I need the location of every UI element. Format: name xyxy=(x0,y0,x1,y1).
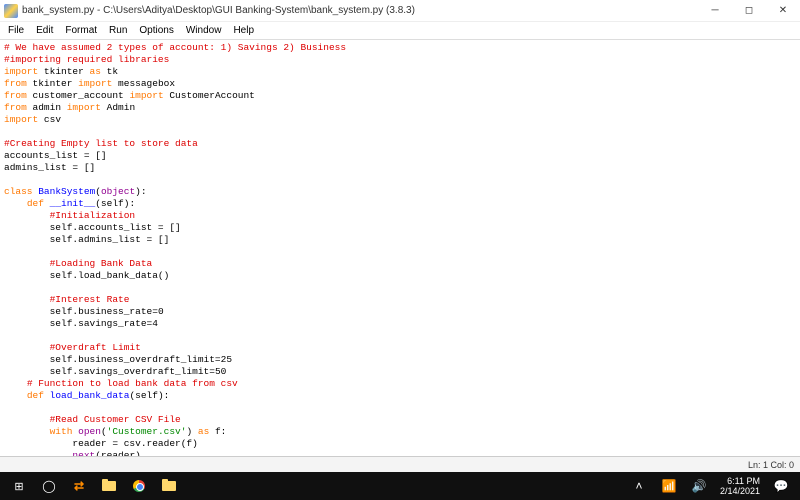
code-editor[interactable]: # We have assumed 2 types of account: 1)… xyxy=(0,40,800,456)
taskbar: ⊞ ◯ ⇄ ˄ 📶 🔊 6:11 PM 2/14/2021 💬 xyxy=(0,472,800,500)
menu-file[interactable]: File xyxy=(2,25,30,36)
menu-window[interactable]: Window xyxy=(180,25,228,36)
tray-chevron-icon[interactable]: ˄ xyxy=(624,472,654,500)
clock-date: 2/14/2021 xyxy=(720,486,760,496)
chrome-icon[interactable] xyxy=(124,472,154,500)
menu-options[interactable]: Options xyxy=(133,25,179,36)
menu-help[interactable]: Help xyxy=(227,25,260,36)
clock[interactable]: 6:11 PM 2/14/2021 xyxy=(714,476,766,496)
volume-icon[interactable]: 🔊 xyxy=(684,472,714,500)
menu-bar: File Edit Format Run Options Window Help xyxy=(0,22,800,40)
maximize-button[interactable]: ◻ xyxy=(732,0,766,22)
notifications-icon[interactable]: 💬 xyxy=(766,472,796,500)
explorer-icon[interactable] xyxy=(94,472,124,500)
minimize-button[interactable]: ─ xyxy=(698,0,732,22)
status-bar: Ln: 1 Col: 0 xyxy=(0,456,800,472)
clock-time: 6:11 PM xyxy=(720,476,760,486)
window-title: bank_system.py - C:\Users\Aditya\Desktop… xyxy=(22,5,698,16)
menu-edit[interactable]: Edit xyxy=(30,25,59,36)
network-icon[interactable]: 📶 xyxy=(654,472,684,500)
cortana-icon[interactable]: ◯ xyxy=(34,472,64,500)
start-button[interactable]: ⊞ xyxy=(4,472,34,500)
app-icon[interactable]: ⇄ xyxy=(64,472,94,500)
close-button[interactable]: ✕ xyxy=(766,0,800,22)
folder-icon[interactable] xyxy=(154,472,184,500)
idle-icon xyxy=(4,4,18,18)
title-bar: bank_system.py - C:\Users\Aditya\Desktop… xyxy=(0,0,800,22)
menu-format[interactable]: Format xyxy=(59,25,103,36)
cursor-position: Ln: 1 Col: 0 xyxy=(748,460,794,470)
menu-run[interactable]: Run xyxy=(103,25,133,36)
